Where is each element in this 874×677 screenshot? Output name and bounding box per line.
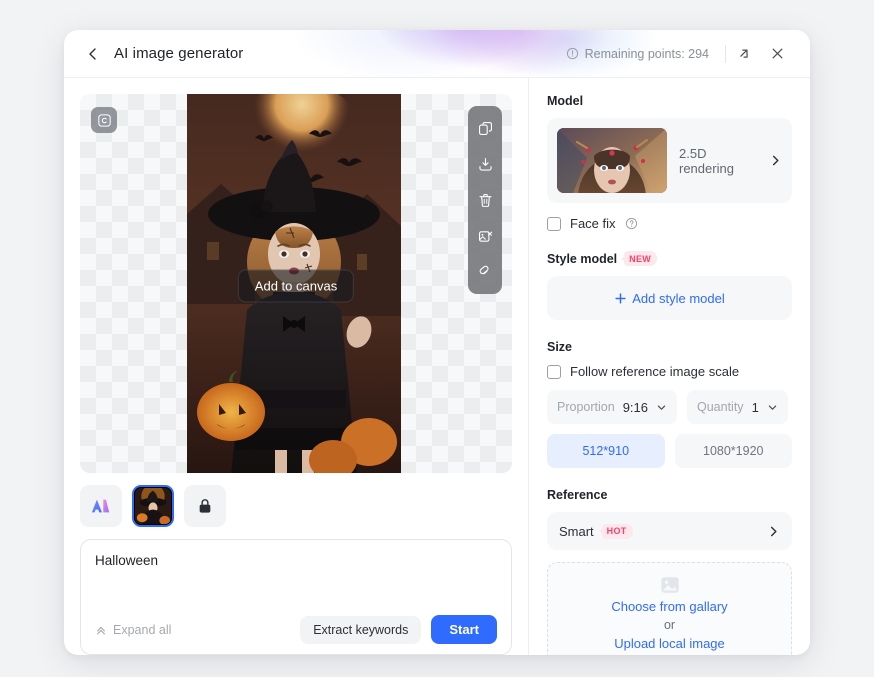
expand-all-button[interactable]: Expand all [95,623,171,637]
image-edit-icon [478,230,492,242]
prompt-footer: Expand all Extract keywords Start [95,615,497,644]
chevrons-up-icon [97,626,105,634]
ai-sparkle-icon [91,499,110,512]
dialog-body: Add to canvas Halloween Expand all Extra… [64,78,810,655]
upload-local-image-link[interactable]: Upload local image [614,636,725,651]
download-button[interactable] [468,146,502,182]
reference-upload-box[interactable]: Choose from gallary or Upload local imag… [547,562,792,655]
prompt-input[interactable]: Halloween [95,553,497,615]
face-fix-row: Face fix [547,216,792,231]
follow-reference-scale-label: Follow reference image scale [570,364,740,379]
follow-scale-row: Follow reference image scale [547,364,792,379]
delete-button[interactable] [468,182,502,218]
settings-panel: Model 2.5D rendering Face fix Style mode… [528,78,810,655]
chevron-right-icon [772,155,779,166]
prompt-panel: Halloween Expand all Extract keywords St… [80,538,512,655]
page-title: AI image generator [114,45,244,62]
style-model-section-label: Style model NEW [547,251,792,266]
expand-button[interactable] [726,37,760,71]
chevron-right-icon [770,526,777,536]
thumbnail-locked[interactable] [184,484,226,527]
style-model-label: Style model [547,251,618,266]
image-placeholder-icon [660,577,679,593]
copyright-icon [97,113,111,127]
face-fix-label: Face fix [570,216,616,231]
link-icon [479,265,488,274]
chevron-down-icon [657,404,666,410]
prompt-actions: Extract keywords Start [300,615,497,644]
expand-all-label: Expand all [113,622,172,637]
extract-keywords-button[interactable]: Extract keywords [300,615,422,644]
watermark-button[interactable] [91,107,117,133]
add-to-canvas-button[interactable]: Add to canvas [237,269,355,303]
thumbnail-ai-sparkle[interactable] [80,484,122,527]
proportion-label: Proportion [557,400,615,414]
preview-pane: Add to canvas Halloween Expand all Extra… [64,78,528,655]
choose-from-gallery-link[interactable]: Choose from gallary [611,599,727,614]
copy-button[interactable] [468,110,502,146]
info-circle-icon [566,47,578,60]
face-fix-checkbox[interactable] [547,216,561,231]
proportion-caret [656,402,667,413]
smart-reference-row[interactable]: Smart HOT [547,512,792,550]
remaining-points: Remaining points: 294 [566,47,725,61]
back-button[interactable] [82,43,104,65]
chevron-down-icon [768,404,777,410]
thumbnail-halloween-icon [135,487,171,524]
hot-badge: HOT [601,523,633,539]
quantity-label: Quantity [697,400,744,414]
plus-icon [615,292,626,304]
new-badge: NEW [624,251,658,266]
thumbnail-strip [80,484,512,527]
face-fix-help-button[interactable] [625,217,638,230]
lock-icon [199,498,211,513]
header-actions: Remaining points: 294 [566,37,794,71]
remaining-points-label: Remaining points: 294 [584,46,709,61]
add-style-model-label: Add style model [632,290,725,306]
edit-image-button[interactable] [468,218,502,254]
model-section-label: Model [547,94,584,108]
download-icon [478,157,492,171]
size-section-label: Size [547,340,573,354]
dialog-header: AI image generator Remaining points: 294 [64,30,810,78]
smart-chevron [767,525,780,538]
quantity-select[interactable]: Quantity 1 [687,390,788,424]
model-thumbnail [557,128,667,193]
size-option-1[interactable]: 1080*1920 [674,434,792,468]
chevron-left-icon [89,47,96,60]
smart-label: Smart [559,523,594,539]
ai-image-generator-dialog: AI image generator Remaining points: 294 [64,30,810,655]
follow-reference-scale-checkbox[interactable] [547,364,561,379]
copy-icon [478,121,492,135]
image-canvas[interactable]: Add to canvas [80,94,512,473]
proportion-select[interactable]: Proportion 9:16 [547,390,677,424]
size-option-0[interactable]: 512*910 [547,434,665,468]
reference-section-label: Reference [547,488,608,502]
quantity-value: 1 [751,399,759,415]
size-options: 512*910 1080*1920 [547,434,792,468]
expand-arrow-icon [739,49,748,58]
trash-icon [478,193,492,207]
model-name: 2.5D rendering [679,145,734,176]
close-button[interactable] [760,37,794,71]
add-style-model-button[interactable]: Add style model [547,276,792,320]
size-selects: Proportion 9:16 Quantity 1 [547,390,792,424]
model-chevron[interactable] [769,154,782,167]
model-selector[interactable]: 2.5D rendering [547,118,792,203]
question-circle-icon [625,217,637,230]
link-button[interactable] [468,254,502,290]
upload-or-text: or [663,618,676,632]
start-button[interactable]: Start [431,615,497,644]
thumbnail-generated-image[interactable] [132,484,174,527]
proportion-value: 9:16 [622,399,648,415]
image-toolbar [468,106,502,294]
quantity-caret [767,402,778,413]
close-icon [772,48,782,59]
model-preview-artwork [557,128,667,193]
thumbnail-artwork [135,487,171,524]
